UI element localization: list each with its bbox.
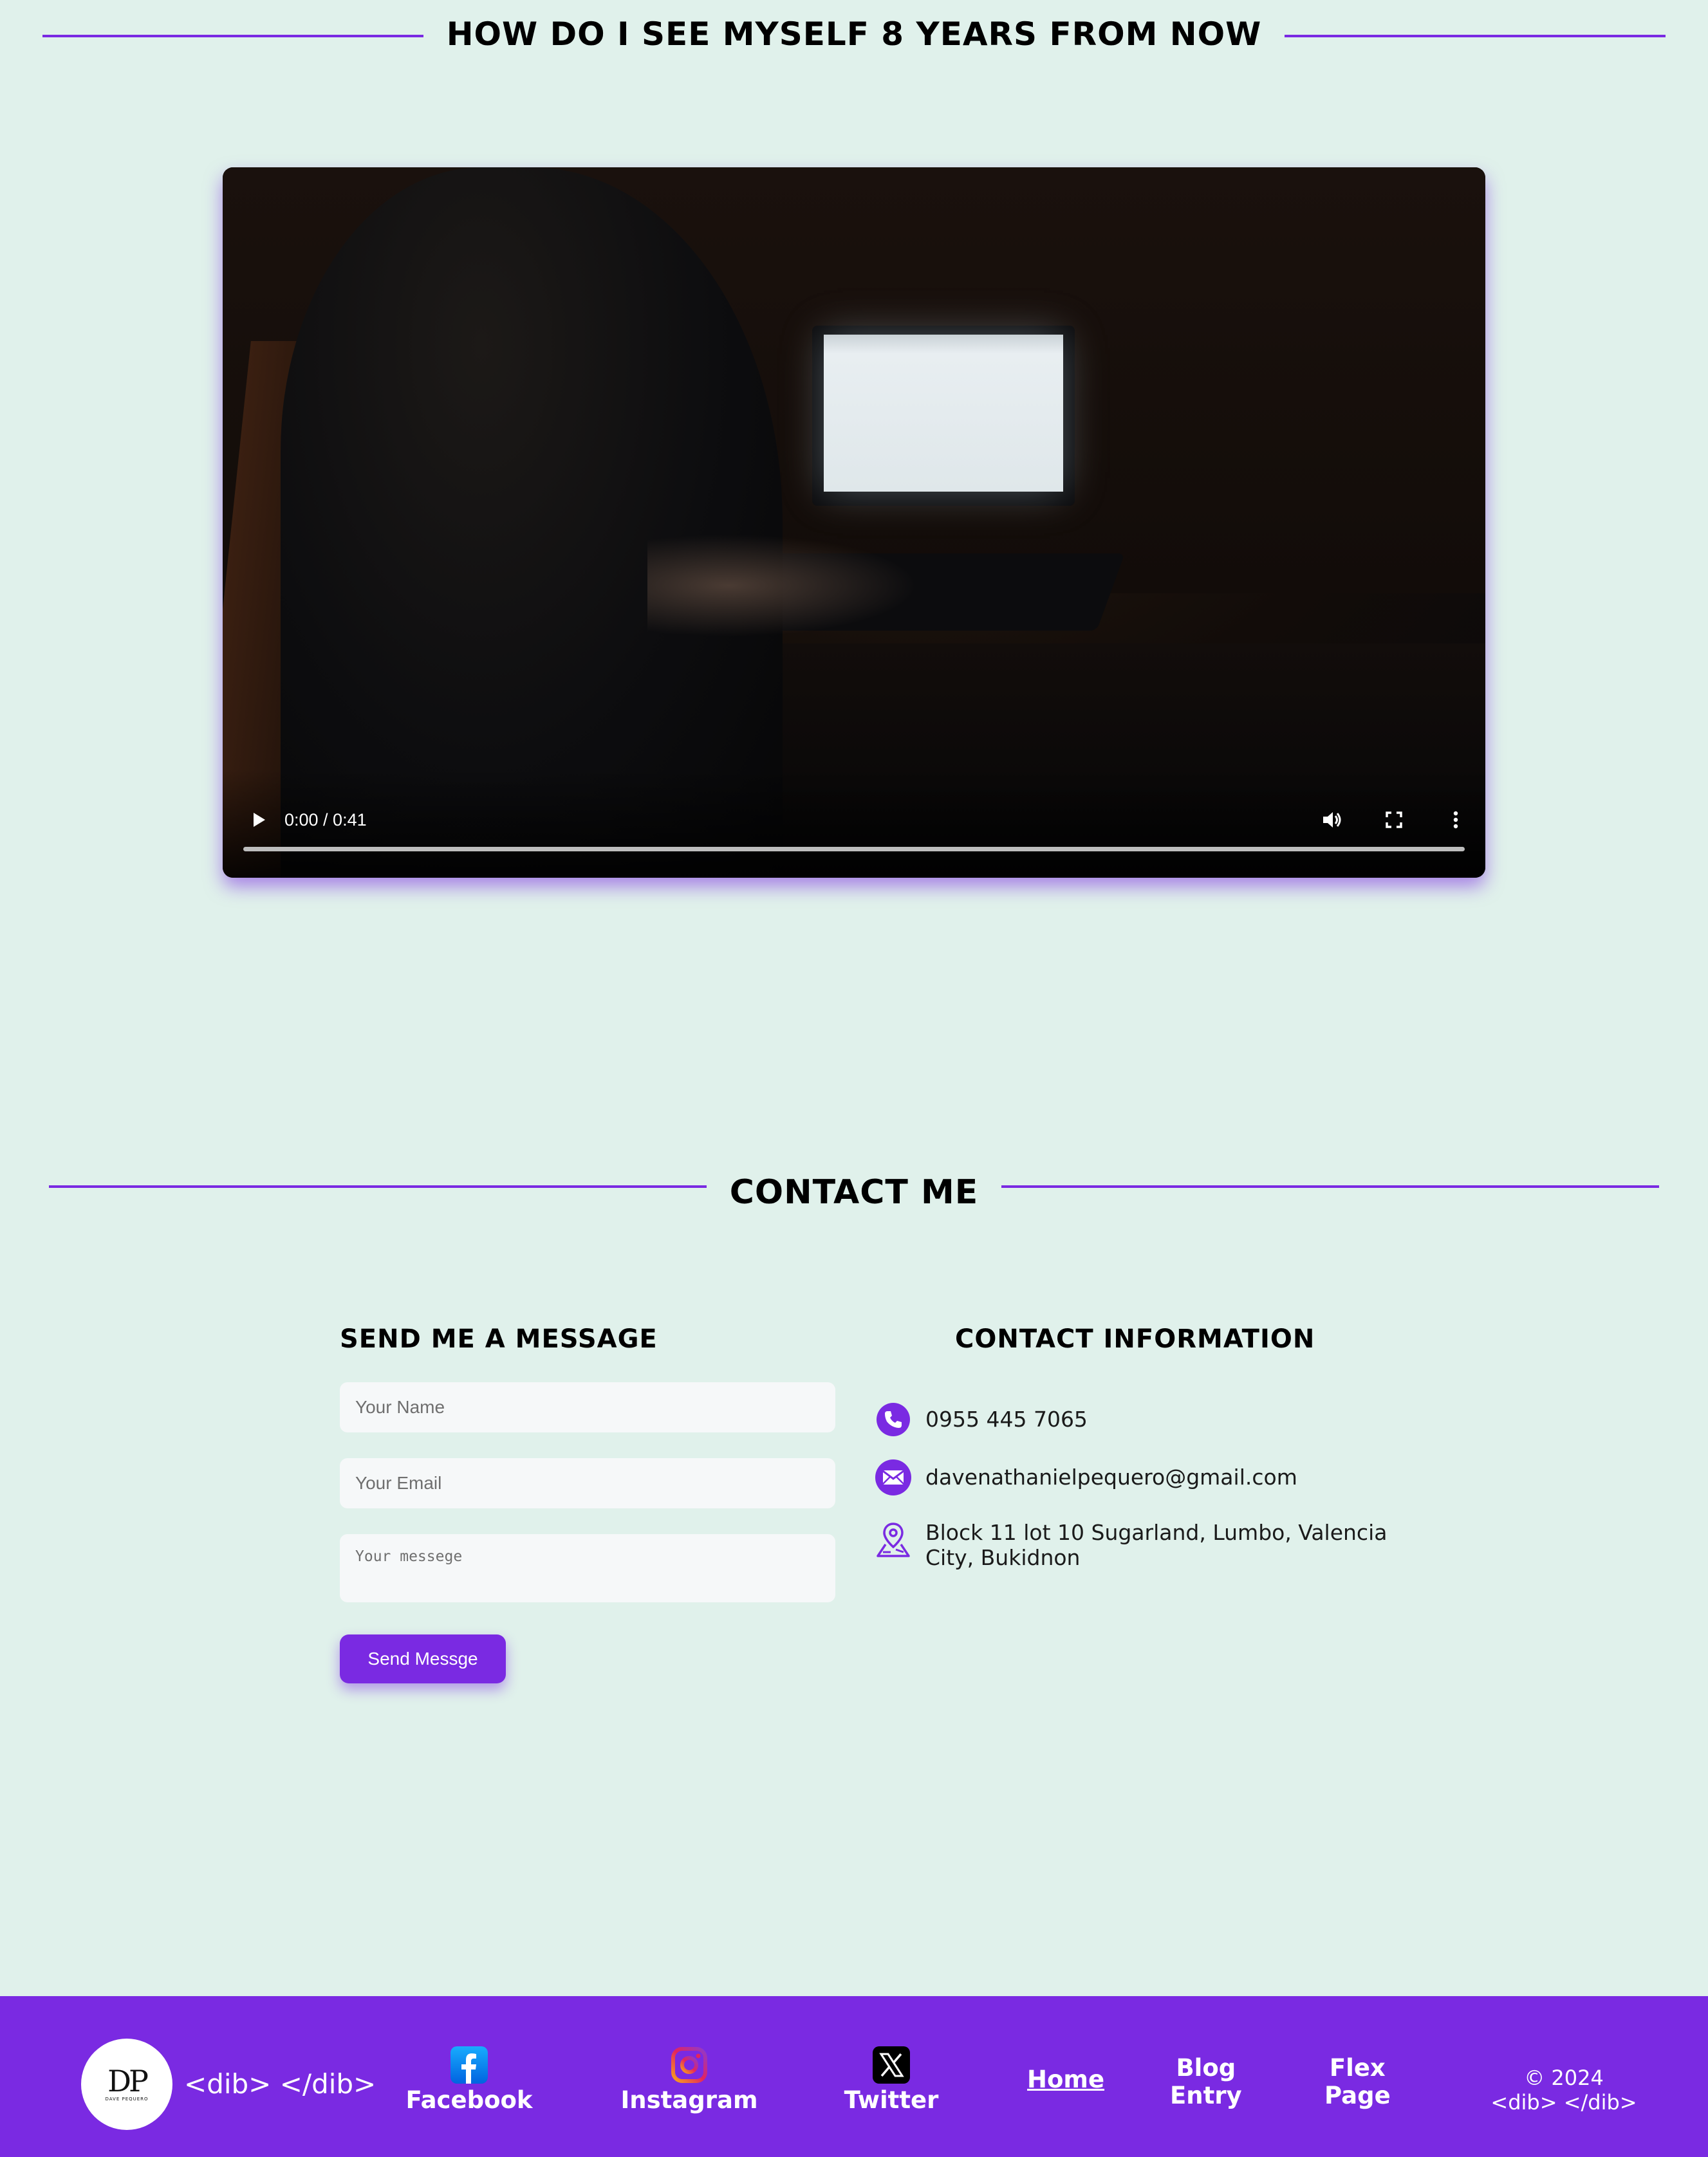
phone-icon: [877, 1403, 910, 1436]
email-input[interactable]: [340, 1458, 835, 1508]
map-pin-icon: [877, 1523, 910, 1557]
message-textarea[interactable]: [340, 1534, 835, 1602]
nav-blog-entry[interactable]: Blog Entry: [1170, 2054, 1242, 2109]
play-icon[interactable]: [246, 807, 272, 833]
send-message-button[interactable]: Send Messge: [340, 1634, 506, 1683]
copyright-year: © 2024: [1524, 2066, 1604, 2090]
logo-monogram: DP: [107, 2064, 149, 2098]
x-twitter-icon: [873, 2046, 910, 2084]
heading-divider-left: [42, 35, 454, 37]
copyright-brand: <dib> </dib>: [1490, 2090, 1637, 2115]
twitter-label: Twitter: [844, 2086, 939, 2114]
contact-heading: CONTACT ME: [0, 1165, 1708, 1220]
name-input[interactable]: [340, 1382, 835, 1432]
heading-divider-right: [1252, 35, 1666, 37]
logo-subtext: DAVE PEQUERO: [105, 2097, 149, 2102]
instagram-label: Instagram: [620, 2086, 758, 2114]
nav-flex-page-line1: Flex: [1329, 2054, 1386, 2082]
email-address: davenathanielpequero@gmail.com: [925, 1465, 1297, 1490]
email-icon: [875, 1459, 911, 1495]
video-time: 0:00 / 0:41: [284, 810, 367, 829]
instagram-link[interactable]: Instagram: [620, 2045, 758, 2114]
copyright: © 2024 <dib> </dib>: [1487, 2066, 1641, 2115]
more-options-icon[interactable]: [1443, 807, 1469, 833]
phone-number: 0955 445 7065: [925, 1407, 1088, 1432]
facebook-link[interactable]: Facebook: [405, 2045, 533, 2114]
footer: DP DAVE PEQUERO <dib> </dib> Facebook In…: [0, 1996, 1708, 2157]
volume-icon[interactable]: [1319, 807, 1345, 833]
video-progress-bar[interactable]: [243, 847, 1465, 851]
hero-title: HOW DO I SEE MYSELF 8 YEARS FROM NOW: [423, 15, 1285, 53]
instagram-icon: [671, 2047, 707, 2083]
footer-brand: <dib> </dib>: [184, 2068, 376, 2100]
video-controls-bar: [223, 768, 1485, 878]
video-frame-laptop: [812, 326, 1075, 506]
heading-divider-left: [49, 1185, 729, 1188]
phone-row: 0955 445 7065: [874, 1400, 1088, 1439]
form-title: SEND ME A MESSAGE: [340, 1324, 658, 1354]
logo[interactable]: DP DAVE PEQUERO: [81, 2039, 172, 2130]
video-player[interactable]: 0:00 / 0:41: [223, 167, 1485, 878]
nav-flex-page[interactable]: Flex Page: [1324, 2054, 1391, 2109]
contact-title: CONTACT ME: [706, 1173, 1002, 1212]
twitter-link[interactable]: Twitter: [843, 2045, 940, 2114]
facebook-label: Facebook: [405, 2086, 533, 2114]
fullscreen-icon[interactable]: [1381, 807, 1407, 833]
address-row: Block 11 lot 10 Sugarland, Lumbo, Valenc…: [874, 1520, 1389, 1570]
facebook-icon: [450, 2046, 488, 2084]
address-text: Block 11 lot 10 Sugarland, Lumbo, Valenc…: [925, 1520, 1388, 1570]
nav-blog-entry-line2: Entry: [1170, 2082, 1242, 2109]
heading-divider-right: [979, 1185, 1659, 1188]
hero-heading: HOW DO I SEE MYSELF 8 YEARS FROM NOW: [0, 9, 1708, 59]
email-row: davenathanielpequero@gmail.com: [874, 1458, 1297, 1497]
contact-info-title: CONTACT INFORMATION: [955, 1324, 1315, 1354]
video-frame-hands: [647, 534, 918, 637]
nav-blog-entry-line1: Blog: [1176, 2054, 1236, 2082]
nav-home[interactable]: Home: [1027, 2066, 1104, 2093]
nav-flex-page-line2: Page: [1324, 2082, 1391, 2109]
